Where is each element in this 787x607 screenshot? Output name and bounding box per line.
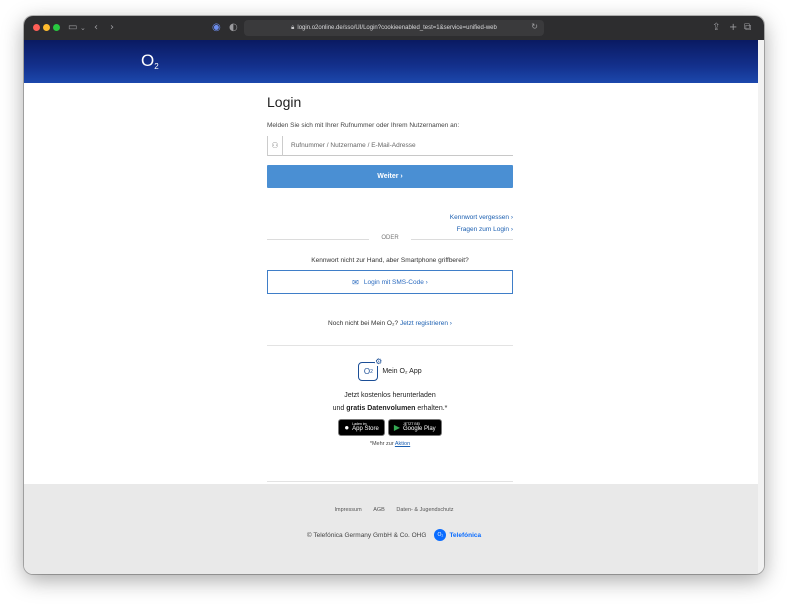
zoom-window-button[interactable]	[53, 24, 60, 31]
footer-link-agb[interactable]: AGB	[373, 507, 385, 513]
promo-details-link[interactable]: Aktion	[395, 441, 410, 447]
envelope-icon: ✉	[352, 277, 359, 287]
page-scrollbar[interactable]	[758, 40, 764, 574]
site-header: O2	[24, 40, 764, 83]
gear-icon: ⚙	[375, 357, 383, 366]
app-title: Mein O₂ App	[382, 368, 422, 375]
promo-footnote: *Mehr zur Aktion	[369, 441, 411, 447]
sms-question-text: Kennwort nicht zur Hand, aber Smartphone…	[311, 257, 469, 264]
login-intro-text: Melden Sie sich mit Ihrer Rufnummer oder…	[267, 122, 460, 129]
app-promo-header: O 2 ⚙ Mein O₂ App	[267, 357, 513, 381]
o2-logo[interactable]: O2	[141, 51, 159, 71]
browser-window: ▭ ⌄ ‹ › ◉ ◐ 🔒︎ login.o2online.de/sso/UI/…	[24, 16, 764, 574]
google-play-icon: ▶	[393, 423, 400, 432]
app-store-badge[interactable]: ● Laden im App Store	[338, 419, 385, 436]
telefonica-name: Telefónica	[449, 531, 482, 539]
back-icon[interactable]: ‹	[94, 21, 98, 35]
browser-titlebar: ▭ ⌄ ‹ › ◉ ◐ 🔒︎ login.o2online.de/sso/UI/…	[24, 16, 764, 40]
forgot-password-link[interactable]: Kennwort vergessen ›	[450, 214, 513, 221]
user-icon: ⚇	[267, 135, 283, 156]
register-row: Noch nicht bei Mein O₂? Jetzt registrier…	[267, 320, 513, 327]
or-divider: ODER	[267, 235, 513, 243]
o2-app-icon: O 2 ⚙	[358, 357, 383, 381]
register-prefix: Noch nicht bei Mein O₂?	[328, 320, 399, 327]
copyright-text: © Telefónica Germany GmbH & Co. OHG	[306, 531, 427, 539]
section-divider-bottom	[267, 481, 513, 482]
forward-icon[interactable]: ›	[110, 21, 114, 35]
sms-login-label: Login mit SMS-Code ›	[363, 278, 428, 286]
new-tab-icon[interactable]: +	[729, 21, 737, 35]
next-button[interactable]: Weiter ›	[267, 165, 513, 188]
login-content: Login Melden Sie sich mit Ihrer Rufnumme…	[24, 83, 764, 484]
footer-links: Impressum AGB Daten- & Jugendschutz	[24, 507, 764, 513]
minimize-window-button[interactable]	[43, 24, 50, 31]
chevron-down-icon[interactable]: ⌄	[80, 21, 86, 35]
sms-login-button[interactable]: ✉ Login mit SMS-Code ›	[267, 270, 513, 294]
login-questions-link[interactable]: Fragen zum Login ›	[457, 226, 513, 233]
google-play-badge[interactable]: ▶ JETZT BEI Google Play	[387, 419, 442, 436]
address-bar[interactable]: 🔒︎ login.o2online.de/sso/UI/Login?cookie…	[244, 20, 544, 36]
footer-link-impressum[interactable]: Impressum	[334, 507, 361, 513]
footer-link-datenschutz[interactable]: Daten- & Jugendschutz	[396, 507, 453, 513]
username-input[interactable]	[283, 136, 513, 155]
extension-icon[interactable]: ◉	[212, 21, 221, 35]
site-footer: Impressum AGB Daten- & Jugendschutz © Te…	[24, 484, 764, 574]
register-link[interactable]: Jetzt registrieren ›	[400, 320, 452, 327]
app-promo-line1: Jetzt kostenlos herunterladen	[344, 392, 436, 399]
sidebar-toggle-icon[interactable]: ▭	[68, 21, 77, 35]
or-label: ODER	[381, 235, 399, 241]
login-field: ⚇	[267, 135, 513, 156]
footer-copyright-row: © Telefónica Germany GmbH & Co. OHG O₂ T…	[24, 529, 764, 541]
share-icon[interactable]: ⇪	[712, 21, 720, 35]
page-title: Login	[267, 94, 302, 110]
section-divider	[267, 345, 513, 346]
store-badges: ● Laden im App Store ▶ JETZT BEI Google Pl…	[267, 419, 513, 436]
telefonica-logo: O₂	[434, 529, 447, 541]
tab-overview-icon[interactable]: ⧉	[744, 21, 751, 35]
privacy-shield-icon[interactable]: ◐	[229, 21, 238, 35]
url-text: login.o2online.de/sso/UI/Login?cookieena…	[297, 25, 497, 31]
app-promo-line2: und gratis Datenvolumen erhalten.*	[332, 405, 448, 412]
lock-icon: 🔒︎	[291, 24, 295, 31]
apple-icon: ●	[344, 423, 350, 432]
reload-icon[interactable]: ↻	[531, 22, 538, 31]
close-window-button[interactable]	[33, 24, 40, 31]
